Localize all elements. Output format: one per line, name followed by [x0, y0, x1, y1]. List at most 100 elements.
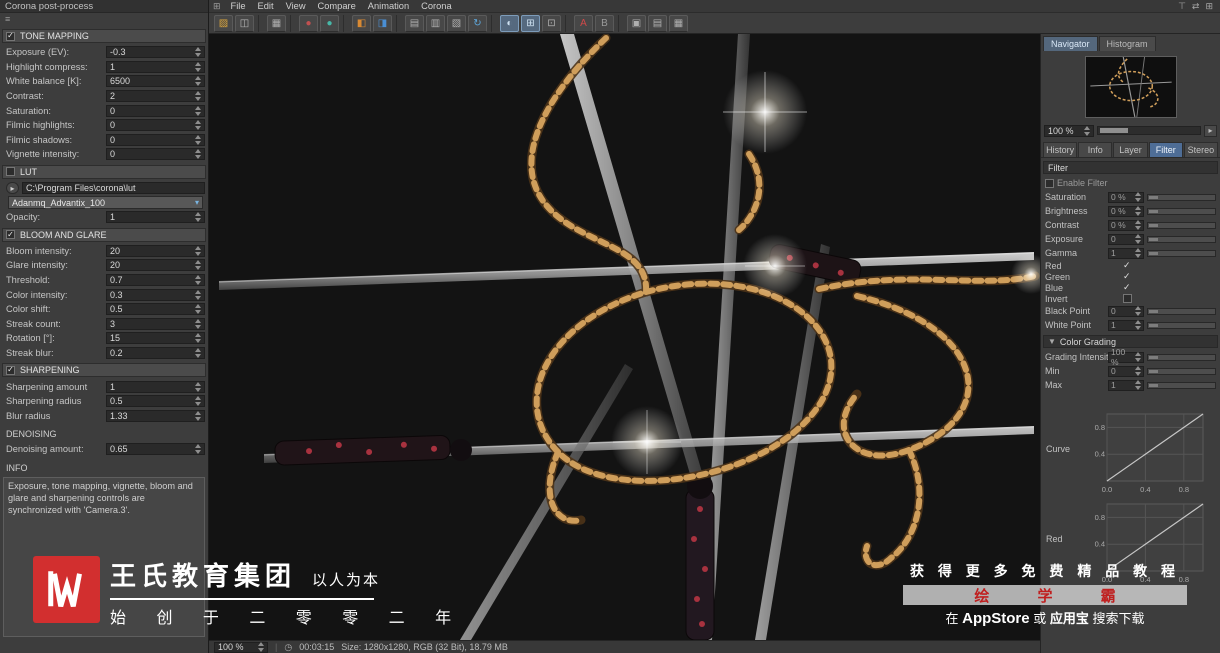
field-glare-intensity[interactable]: 20 — [106, 259, 205, 272]
filter-value-exposure[interactable]: 0 — [1108, 233, 1144, 245]
filter-slider-max[interactable] — [1147, 381, 1216, 389]
lut-load-button[interactable]: ▸ — [6, 182, 19, 195]
spinner-icon[interactable] — [195, 347, 202, 358]
sync-icon[interactable]: ↻ — [468, 14, 487, 32]
menu-corona[interactable]: Corona — [415, 1, 458, 11]
spinner-icon[interactable] — [1135, 234, 1142, 244]
field-opacity[interactable]: 1 — [106, 211, 205, 224]
field-color-shift[interactable]: 0.5 — [106, 303, 205, 316]
render-viewport[interactable] — [209, 34, 1040, 640]
collapse-icon[interactable]: ▼ — [1048, 337, 1056, 346]
spinner-icon[interactable] — [1135, 380, 1142, 390]
nav-zoom-slider[interactable] — [1097, 126, 1201, 135]
filter-slider-contrast[interactable] — [1147, 221, 1216, 229]
field-sharpening-radius[interactable]: 0.5 — [106, 395, 205, 408]
filter-value-white-point[interactable]: 1 — [1108, 319, 1144, 331]
hamburger-icon[interactable]: ≡ — [0, 13, 208, 26]
lut-preset-select[interactable]: Adanmq_Advantix_100 ▾ — [8, 196, 203, 210]
spinner-icon[interactable] — [1135, 192, 1142, 202]
enable-filter-checkbox[interactable] — [1045, 178, 1054, 188]
spinner-icon[interactable] — [1135, 366, 1142, 376]
spinner-icon[interactable] — [195, 105, 202, 116]
filter-slider-brightness[interactable] — [1147, 207, 1216, 215]
spinner-icon[interactable] — [195, 47, 202, 58]
field-streak-count[interactable]: 3 — [106, 317, 205, 330]
layout-3-icon[interactable]: ▦ — [669, 14, 688, 32]
filter-slider-exposure[interactable] — [1147, 235, 1216, 243]
menu-grid-icon[interactable]: ⊞ — [213, 1, 221, 12]
spinner-icon[interactable] — [195, 275, 202, 286]
render-red-icon[interactable]: ● — [299, 14, 318, 32]
spinner-icon[interactable] — [1135, 220, 1142, 230]
open-icon[interactable]: ▨ — [214, 14, 233, 32]
render-teal-icon[interactable]: ● — [320, 14, 339, 32]
nav-zoom-field[interactable]: 100 % — [1044, 124, 1094, 137]
compare-swap-icon[interactable]: ⊡ — [542, 14, 561, 32]
tab-layer[interactable]: Layer — [1113, 142, 1148, 157]
field-streak-blur[interactable]: 0.2 — [106, 346, 205, 359]
checkbox-sharpening[interactable]: ✓ — [6, 365, 15, 375]
panel-layers-icon[interactable]: ▥ — [426, 14, 445, 32]
spinner-icon[interactable] — [1135, 306, 1142, 316]
field-exposure-ev[interactable]: -0.3 — [106, 46, 205, 59]
zoom-field[interactable]: 100 % — [214, 641, 268, 653]
checkbox-bloom-and-glare[interactable]: ✓ — [6, 230, 15, 240]
spinner-icon[interactable] — [195, 396, 202, 407]
filter-value-contrast[interactable]: 0 % — [1108, 219, 1144, 231]
spinner-icon[interactable] — [1135, 352, 1142, 362]
filter-slider-gamma[interactable] — [1147, 249, 1216, 257]
field-saturation[interactable]: 0 — [106, 104, 205, 117]
section-header-tone-mapping[interactable]: ✓ TONE MAPPING — [2, 29, 206, 43]
save-icon[interactable]: ◫ — [235, 14, 254, 32]
spinner-icon[interactable] — [195, 333, 202, 344]
spinner-icon[interactable] — [195, 318, 202, 329]
spinner-icon[interactable] — [1135, 206, 1142, 216]
spinner-icon[interactable] — [195, 61, 202, 72]
menu-edit[interactable]: Edit — [252, 1, 280, 11]
spinner-icon[interactable] — [195, 76, 202, 87]
layout-1-icon[interactable]: ▣ — [627, 14, 646, 32]
spinner-icon[interactable] — [195, 212, 202, 223]
spinner-icon[interactable] — [1135, 320, 1142, 330]
filter-value-saturation[interactable]: 0 % — [1108, 191, 1144, 203]
field-filmic-shadows[interactable]: 0 — [106, 133, 205, 146]
tab-filter[interactable]: Filter — [1148, 142, 1183, 157]
arrange-icon[interactable]: ⇄ — [1192, 1, 1200, 12]
field-threshold[interactable]: 0.7 — [106, 274, 205, 287]
filter-value-black-point[interactable]: 0 — [1108, 305, 1144, 317]
filter-value-max[interactable]: 1 — [1108, 379, 1144, 391]
lut-path-field[interactable]: C:\Program Files\corona\lut — [22, 182, 205, 195]
tab-navigator[interactable]: Navigator — [1043, 36, 1098, 51]
field-rotation[interactable]: 15 — [106, 332, 205, 345]
layout-2-icon[interactable]: ▤ — [648, 14, 667, 32]
section-header-lut[interactable]: LUT — [2, 164, 206, 179]
section-header-sharpening[interactable]: ✓ SHARPENING — [2, 363, 206, 378]
filter-value-gamma[interactable]: 1 — [1108, 247, 1144, 259]
menu-file[interactable]: File — [225, 1, 252, 11]
slider-thumb[interactable] — [1100, 128, 1128, 133]
spinner-icon[interactable] — [195, 304, 202, 315]
menu-compare[interactable]: Compare — [312, 1, 362, 11]
snapshot-icon[interactable]: ▦ — [267, 14, 286, 32]
checkbox-tone-mapping[interactable]: ✓ — [6, 31, 15, 41]
spinner-icon[interactable] — [195, 444, 202, 455]
lightmix-icon[interactable]: ◧ — [352, 14, 371, 32]
tab-info[interactable]: Info — [1078, 142, 1113, 157]
navigator-thumbnail[interactable] — [1084, 56, 1177, 118]
fire-preview-icon[interactable]: ◨ — [373, 14, 392, 32]
spinner-icon[interactable] — [195, 260, 202, 271]
field-bloom-intensity[interactable]: 20 — [106, 244, 205, 257]
field-blur-radius[interactable]: 1.33 — [106, 409, 205, 422]
field-vignette-intensity[interactable]: 0 — [106, 148, 205, 161]
compare-split-icon[interactable]: ◐ — [500, 14, 519, 32]
menu-animation[interactable]: Animation — [362, 1, 415, 11]
filter-value-brightness[interactable]: 0 % — [1108, 205, 1144, 217]
field-contrast[interactable]: 2 — [106, 90, 205, 103]
field-sharpening-amount[interactable]: 1 — [106, 380, 205, 393]
compare-grid-icon[interactable]: ⊞ — [521, 14, 540, 32]
field-denoising-amount[interactable]: 0.65 — [106, 443, 205, 456]
spinner-icon[interactable] — [258, 642, 265, 652]
spinner-icon[interactable] — [195, 410, 202, 421]
filter-slider-min[interactable] — [1147, 367, 1216, 375]
spinner-icon[interactable] — [195, 120, 202, 131]
